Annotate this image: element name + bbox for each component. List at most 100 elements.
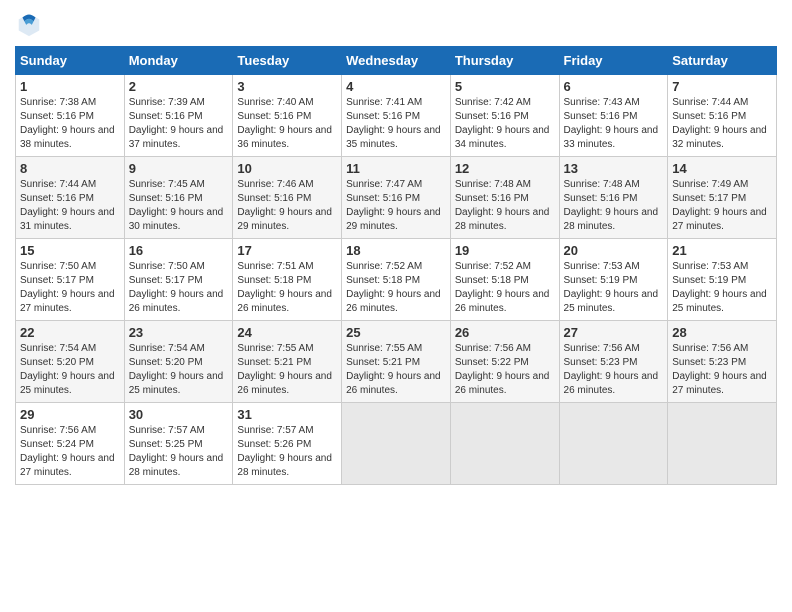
- day-cell: 31 Sunrise: 7:57 AMSunset: 5:26 PMDaylig…: [233, 403, 342, 485]
- week-row-3: 15 Sunrise: 7:50 AMSunset: 5:17 PMDaylig…: [16, 239, 777, 321]
- logo-icon: [15, 10, 43, 38]
- day-cell: 13 Sunrise: 7:48 AMSunset: 5:16 PMDaylig…: [559, 157, 668, 239]
- day-number: 30: [129, 407, 229, 422]
- day-info: Sunrise: 7:41 AMSunset: 5:16 PMDaylight:…: [346, 97, 441, 150]
- day-cell: [450, 403, 559, 485]
- day-cell: [559, 403, 668, 485]
- day-cell: 14 Sunrise: 7:49 AMSunset: 5:17 PMDaylig…: [668, 157, 777, 239]
- day-info: Sunrise: 7:53 AMSunset: 5:19 PMDaylight:…: [564, 261, 659, 314]
- day-number: 10: [237, 161, 337, 176]
- day-info: Sunrise: 7:44 AMSunset: 5:16 PMDaylight:…: [20, 179, 115, 232]
- day-number: 15: [20, 243, 120, 258]
- day-cell: 2 Sunrise: 7:39 AMSunset: 5:16 PMDayligh…: [124, 75, 233, 157]
- day-info: Sunrise: 7:50 AMSunset: 5:17 PMDaylight:…: [20, 261, 115, 314]
- week-row-5: 29 Sunrise: 7:56 AMSunset: 5:24 PMDaylig…: [16, 403, 777, 485]
- day-info: Sunrise: 7:56 AMSunset: 5:23 PMDaylight:…: [672, 343, 767, 396]
- day-number: 14: [672, 161, 772, 176]
- header: [15, 10, 777, 38]
- day-info: Sunrise: 7:52 AMSunset: 5:18 PMDaylight:…: [455, 261, 550, 314]
- day-number: 4: [346, 79, 446, 94]
- day-number: 28: [672, 325, 772, 340]
- day-number: 1: [20, 79, 120, 94]
- day-number: 7: [672, 79, 772, 94]
- day-number: 11: [346, 161, 446, 176]
- day-info: Sunrise: 7:39 AMSunset: 5:16 PMDaylight:…: [129, 97, 224, 150]
- day-cell: 30 Sunrise: 7:57 AMSunset: 5:25 PMDaylig…: [124, 403, 233, 485]
- day-info: Sunrise: 7:53 AMSunset: 5:19 PMDaylight:…: [672, 261, 767, 314]
- day-cell: 1 Sunrise: 7:38 AMSunset: 5:16 PMDayligh…: [16, 75, 125, 157]
- header-cell-thursday: Thursday: [450, 47, 559, 75]
- day-info: Sunrise: 7:38 AMSunset: 5:16 PMDaylight:…: [20, 97, 115, 150]
- day-cell: 18 Sunrise: 7:52 AMSunset: 5:18 PMDaylig…: [342, 239, 451, 321]
- day-info: Sunrise: 7:40 AMSunset: 5:16 PMDaylight:…: [237, 97, 332, 150]
- day-cell: 9 Sunrise: 7:45 AMSunset: 5:16 PMDayligh…: [124, 157, 233, 239]
- day-info: Sunrise: 7:44 AMSunset: 5:16 PMDaylight:…: [672, 97, 767, 150]
- header-cell-friday: Friday: [559, 47, 668, 75]
- day-cell: [668, 403, 777, 485]
- day-number: 17: [237, 243, 337, 258]
- day-info: Sunrise: 7:46 AMSunset: 5:16 PMDaylight:…: [237, 179, 332, 232]
- day-info: Sunrise: 7:56 AMSunset: 5:22 PMDaylight:…: [455, 343, 550, 396]
- day-info: Sunrise: 7:56 AMSunset: 5:24 PMDaylight:…: [20, 425, 115, 478]
- day-number: 24: [237, 325, 337, 340]
- day-cell: 25 Sunrise: 7:55 AMSunset: 5:21 PMDaylig…: [342, 321, 451, 403]
- day-cell: 17 Sunrise: 7:51 AMSunset: 5:18 PMDaylig…: [233, 239, 342, 321]
- header-cell-wednesday: Wednesday: [342, 47, 451, 75]
- day-cell: 26 Sunrise: 7:56 AMSunset: 5:22 PMDaylig…: [450, 321, 559, 403]
- day-cell: 12 Sunrise: 7:48 AMSunset: 5:16 PMDaylig…: [450, 157, 559, 239]
- day-info: Sunrise: 7:52 AMSunset: 5:18 PMDaylight:…: [346, 261, 441, 314]
- day-cell: 19 Sunrise: 7:52 AMSunset: 5:18 PMDaylig…: [450, 239, 559, 321]
- day-info: Sunrise: 7:55 AMSunset: 5:21 PMDaylight:…: [346, 343, 441, 396]
- day-info: Sunrise: 7:54 AMSunset: 5:20 PMDaylight:…: [20, 343, 115, 396]
- week-row-1: 1 Sunrise: 7:38 AMSunset: 5:16 PMDayligh…: [16, 75, 777, 157]
- day-number: 19: [455, 243, 555, 258]
- day-number: 2: [129, 79, 229, 94]
- day-number: 5: [455, 79, 555, 94]
- day-number: 27: [564, 325, 664, 340]
- day-cell: 15 Sunrise: 7:50 AMSunset: 5:17 PMDaylig…: [16, 239, 125, 321]
- day-info: Sunrise: 7:48 AMSunset: 5:16 PMDaylight:…: [455, 179, 550, 232]
- day-number: 18: [346, 243, 446, 258]
- day-number: 13: [564, 161, 664, 176]
- day-info: Sunrise: 7:50 AMSunset: 5:17 PMDaylight:…: [129, 261, 224, 314]
- day-number: 8: [20, 161, 120, 176]
- day-number: 23: [129, 325, 229, 340]
- day-number: 31: [237, 407, 337, 422]
- day-number: 20: [564, 243, 664, 258]
- day-cell: 8 Sunrise: 7:44 AMSunset: 5:16 PMDayligh…: [16, 157, 125, 239]
- day-cell: 24 Sunrise: 7:55 AMSunset: 5:21 PMDaylig…: [233, 321, 342, 403]
- day-info: Sunrise: 7:49 AMSunset: 5:17 PMDaylight:…: [672, 179, 767, 232]
- header-row: SundayMondayTuesdayWednesdayThursdayFrid…: [16, 47, 777, 75]
- day-cell: 28 Sunrise: 7:56 AMSunset: 5:23 PMDaylig…: [668, 321, 777, 403]
- day-number: 25: [346, 325, 446, 340]
- day-cell: 29 Sunrise: 7:56 AMSunset: 5:24 PMDaylig…: [16, 403, 125, 485]
- day-cell: 10 Sunrise: 7:46 AMSunset: 5:16 PMDaylig…: [233, 157, 342, 239]
- day-info: Sunrise: 7:47 AMSunset: 5:16 PMDaylight:…: [346, 179, 441, 232]
- day-info: Sunrise: 7:42 AMSunset: 5:16 PMDaylight:…: [455, 97, 550, 150]
- header-cell-monday: Monday: [124, 47, 233, 75]
- day-number: 29: [20, 407, 120, 422]
- day-cell: [342, 403, 451, 485]
- day-info: Sunrise: 7:45 AMSunset: 5:16 PMDaylight:…: [129, 179, 224, 232]
- day-number: 6: [564, 79, 664, 94]
- day-number: 26: [455, 325, 555, 340]
- logo: [15, 10, 47, 38]
- day-cell: 4 Sunrise: 7:41 AMSunset: 5:16 PMDayligh…: [342, 75, 451, 157]
- day-number: 3: [237, 79, 337, 94]
- day-cell: 21 Sunrise: 7:53 AMSunset: 5:19 PMDaylig…: [668, 239, 777, 321]
- day-cell: 20 Sunrise: 7:53 AMSunset: 5:19 PMDaylig…: [559, 239, 668, 321]
- day-number: 9: [129, 161, 229, 176]
- header-cell-saturday: Saturday: [668, 47, 777, 75]
- day-info: Sunrise: 7:48 AMSunset: 5:16 PMDaylight:…: [564, 179, 659, 232]
- day-info: Sunrise: 7:43 AMSunset: 5:16 PMDaylight:…: [564, 97, 659, 150]
- day-cell: 7 Sunrise: 7:44 AMSunset: 5:16 PMDayligh…: [668, 75, 777, 157]
- day-number: 16: [129, 243, 229, 258]
- calendar-table: SundayMondayTuesdayWednesdayThursdayFrid…: [15, 46, 777, 485]
- day-number: 22: [20, 325, 120, 340]
- page-container: SundayMondayTuesdayWednesdayThursdayFrid…: [0, 0, 792, 495]
- day-cell: 5 Sunrise: 7:42 AMSunset: 5:16 PMDayligh…: [450, 75, 559, 157]
- day-info: Sunrise: 7:54 AMSunset: 5:20 PMDaylight:…: [129, 343, 224, 396]
- day-info: Sunrise: 7:57 AMSunset: 5:26 PMDaylight:…: [237, 425, 332, 478]
- day-cell: 3 Sunrise: 7:40 AMSunset: 5:16 PMDayligh…: [233, 75, 342, 157]
- header-cell-tuesday: Tuesday: [233, 47, 342, 75]
